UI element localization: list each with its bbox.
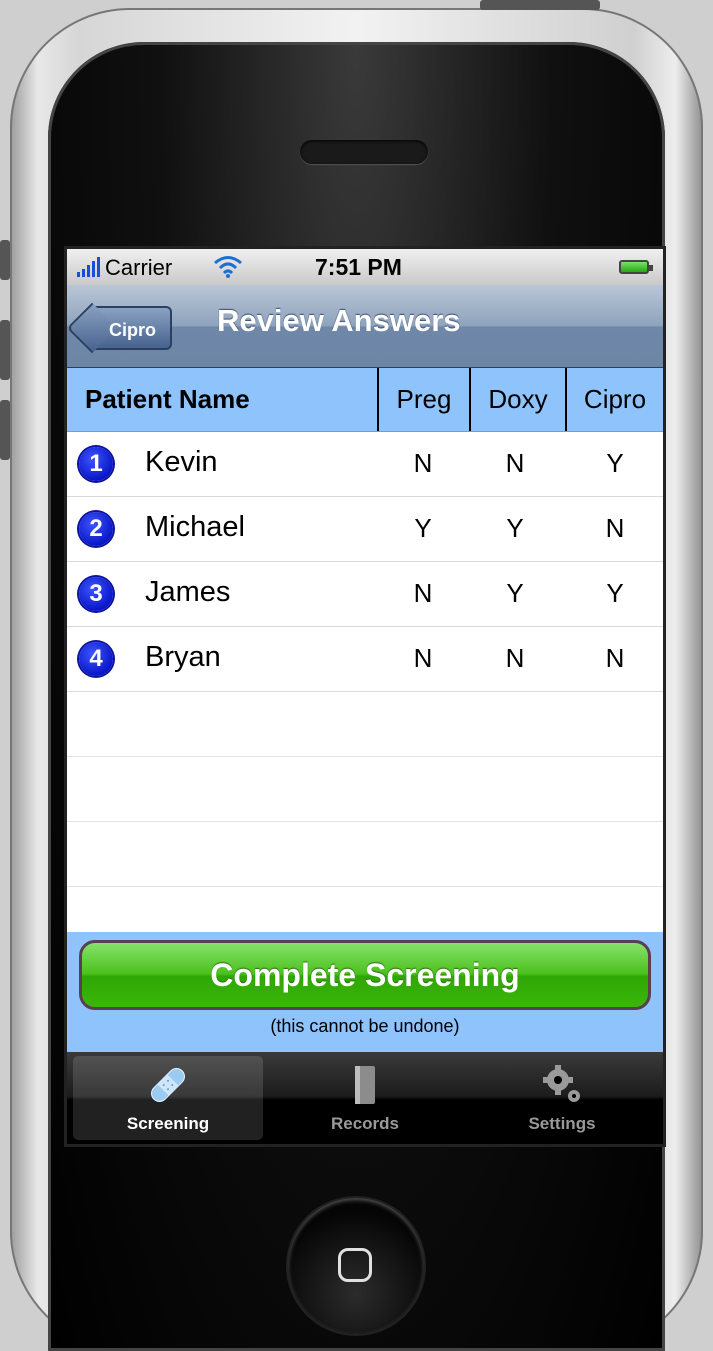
carrier-label: Carrier — [105, 255, 173, 280]
footer-note: (this cannot be undone) — [270, 1016, 460, 1036]
status-time: 7:51 PM — [315, 254, 402, 280]
table-row[interactable]: 2 Michael Y Y N — [67, 497, 663, 562]
empty-row — [67, 757, 663, 822]
preg-answer: N — [413, 448, 433, 478]
header-doxy: Doxy — [469, 368, 565, 431]
status-bar: Carrier 7:51 PM — [67, 249, 663, 285]
row-number-badge: 3 — [79, 577, 113, 611]
cipro-answer: Y — [606, 578, 624, 608]
book-icon — [355, 1066, 375, 1104]
doxy-answer: Y — [506, 578, 524, 608]
header-cipro: Cipro — [565, 368, 663, 431]
doxy-answer: N — [505, 448, 525, 478]
wifi-icon — [214, 256, 242, 278]
tab-settings[interactable]: Settings — [467, 1056, 657, 1140]
patient-name: Bryan — [145, 641, 221, 673]
table-row[interactable]: 1 Kevin N N Y — [67, 432, 663, 497]
cipro-answer: N — [605, 643, 625, 673]
gear-icon — [543, 1065, 580, 1102]
back-button[interactable]: Cipro — [87, 306, 172, 350]
footer-panel: Complete Screening (this cannot be undon… — [67, 932, 663, 1052]
table-row[interactable]: 3 James N Y Y — [67, 562, 663, 627]
tab-bar: Screening Records Settings — [67, 1052, 663, 1144]
back-button-label: Cipro — [109, 320, 156, 340]
patient-name: James — [145, 576, 231, 608]
empty-row — [67, 692, 663, 757]
volume-down-button — [0, 400, 10, 460]
patient-list: 1 Kevin N N Y 2 Michael Y Y N 3 James N … — [67, 432, 663, 887]
table-header: Patient Name Preg Doxy Cipro — [67, 368, 663, 432]
battery-icon — [619, 260, 653, 274]
tab-label: Records — [330, 1114, 400, 1133]
navigation-bar: Cipro Review Answers — [67, 285, 663, 368]
volume-up-button — [0, 320, 10, 380]
preg-answer: Y — [414, 513, 432, 543]
home-button[interactable] — [288, 1198, 424, 1334]
doxy-answer: Y — [506, 513, 524, 543]
cipro-answer: N — [605, 513, 625, 543]
signal-icon — [77, 257, 100, 277]
table-row[interactable]: 4 Bryan N N N — [67, 627, 663, 692]
header-preg: Preg — [377, 368, 469, 431]
doxy-answer: N — [505, 643, 525, 673]
empty-row — [67, 822, 663, 887]
tab-screening[interactable]: Screening — [73, 1056, 263, 1140]
complete-screening-button[interactable]: Complete Screening — [79, 940, 651, 1010]
patient-name: Kevin — [145, 446, 218, 478]
row-number-badge: 2 — [79, 512, 113, 546]
bandage-icon — [151, 1068, 185, 1102]
header-patient-name: Patient Name — [85, 384, 250, 414]
earpiece-speaker — [300, 140, 428, 164]
cipro-answer: Y — [606, 448, 624, 478]
tab-label: Settings — [528, 1114, 596, 1133]
home-square-icon — [338, 1248, 372, 1282]
patient-name: Michael — [145, 511, 245, 543]
preg-answer: N — [413, 643, 433, 673]
tab-records[interactable]: Records — [270, 1056, 460, 1140]
sleep-button — [480, 0, 600, 10]
app-screen: Carrier 7:51 PM Cipro Review Answers Pat… — [67, 249, 663, 1144]
row-number-badge: 1 — [79, 447, 113, 481]
tab-label: Screening — [126, 1114, 210, 1133]
mute-switch — [0, 240, 10, 280]
page-title: Review Answers — [217, 303, 461, 338]
preg-answer: N — [413, 578, 433, 608]
row-number-badge: 4 — [79, 642, 113, 676]
